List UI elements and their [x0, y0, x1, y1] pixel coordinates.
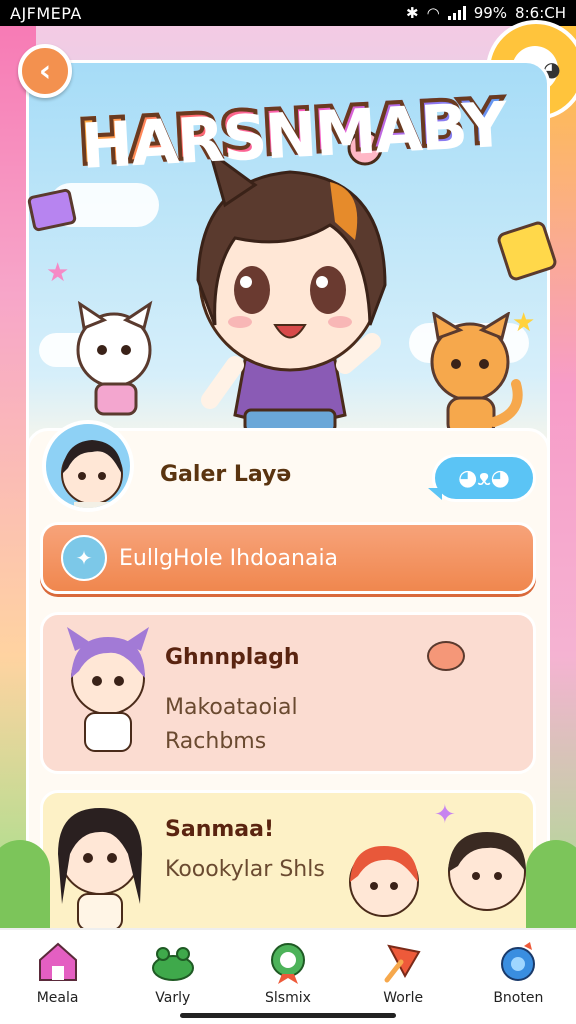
frog-icon — [151, 947, 194, 981]
nav-item-worle[interactable]: Worle — [353, 930, 453, 1010]
chevron-left-icon: ‹ — [38, 53, 52, 89]
card-subtitle: Makoataoial — [165, 695, 298, 720]
chat-bubble-tail — [428, 488, 442, 500]
peach-icon — [427, 641, 465, 671]
sparkle-icon: ✦ — [61, 535, 107, 581]
nav-label: Slsmix — [265, 990, 311, 1006]
bush-decoration — [526, 840, 576, 930]
nav-item-bnoten[interactable]: Bnoten — [468, 930, 568, 1010]
purple-hair-character — [67, 627, 149, 752]
status-bar: AJFMEPA ✱ ◠ 99% 8:6:CH — [0, 0, 576, 26]
avatar[interactable] — [42, 420, 134, 512]
star-decoration: ★ — [512, 308, 536, 338]
chat-button[interactable]: ◕ᴥ◕ — [432, 454, 536, 502]
card-subtitle: Rachbms — [165, 729, 267, 754]
nav-label: Bnoten — [493, 990, 544, 1006]
nav-label: Worle — [383, 990, 424, 1006]
sparkle-decoration: ✦ — [434, 800, 456, 830]
nav-label: Meala — [36, 990, 79, 1006]
bluetooth-icon: ✱ — [406, 4, 419, 22]
bush-decoration — [0, 840, 50, 930]
card-title: Ghnnplagh — [165, 645, 300, 670]
character-card[interactable]: Ghnnplagh Makoataoial Rachbms — [40, 612, 536, 774]
wifi-icon: ◠ — [426, 4, 440, 22]
primary-action-label: EullgHole Ihdoanaia — [119, 545, 339, 571]
home-indicator[interactable] — [180, 1013, 396, 1018]
signal-icon — [447, 6, 466, 20]
nav-label: Varly — [155, 990, 191, 1006]
profile-name: Galer Layə — [160, 462, 292, 487]
flag-icon — [384, 944, 421, 983]
chat-bubble-icon: ◕ᴥ◕ — [458, 466, 510, 491]
card-title: Sanmaa! — [165, 817, 275, 842]
nav-item-slsmix[interactable]: Slsmix — [238, 930, 338, 1010]
gem-icon — [501, 942, 536, 981]
badge-icon — [270, 943, 305, 984]
carrier-text: AJFMEPA — [10, 3, 82, 23]
nav-item-varly[interactable]: Varly — [123, 930, 223, 1010]
status-icons: ✱ ◠ 99% 8:6:CH — [406, 4, 566, 22]
white-cat-character — [76, 300, 153, 416]
bottom-navigation: Meala Varly Slsmix Worle Bnoten — [0, 928, 576, 1024]
battery-text: 99% — [473, 4, 508, 22]
home-icon — [38, 942, 77, 981]
red-hair-character — [349, 846, 419, 917]
black-hair-girl-character — [58, 808, 142, 931]
primary-action-button[interactable]: ✦ EullgHole Ihdoanaia — [40, 522, 536, 594]
star-decoration: ★ — [46, 258, 70, 288]
card-subtitle: Koookylar Shls — [165, 857, 325, 882]
nav-item-meala[interactable]: Meala — [8, 930, 108, 1010]
